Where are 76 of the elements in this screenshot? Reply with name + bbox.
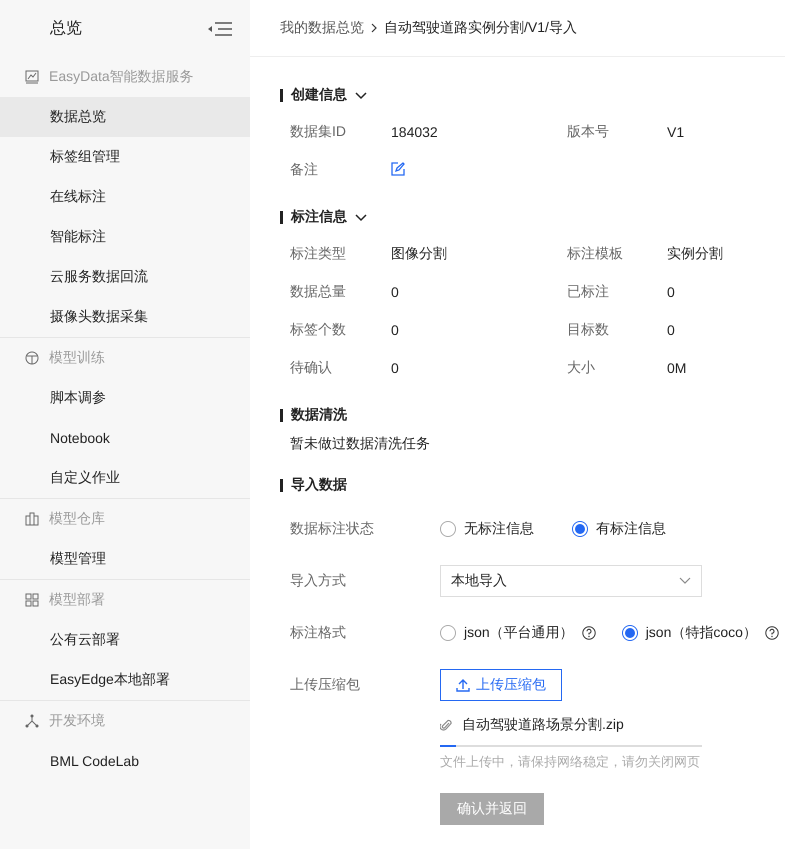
field-label: 版本号 xyxy=(567,123,610,141)
upload-hint: 文件上传中，请保持网络稳定，请勿关闭网页 xyxy=(440,753,701,771)
field-value: 0 xyxy=(391,360,400,376)
group-icon xyxy=(24,350,40,366)
file-name: 自动驾驶道路场景分割.zip xyxy=(462,716,624,734)
group-icon xyxy=(24,69,40,85)
radio-button[interactable] xyxy=(440,625,456,641)
collapse-icon[interactable] xyxy=(208,20,232,36)
field-label: 标注类型 xyxy=(290,245,347,263)
import-method-select[interactable]: 本地导入 xyxy=(440,565,702,597)
radio-label[interactable]: json（平台通用） xyxy=(464,624,574,642)
section-title: 数据清洗 xyxy=(291,406,347,424)
field-value: 0 xyxy=(391,284,400,300)
sidebar-title: 总览 xyxy=(50,19,82,39)
field-label: 备注 xyxy=(290,161,319,179)
section-title: 标注信息 xyxy=(291,208,347,226)
field-label: 待确认 xyxy=(290,359,333,377)
group-label: 模型仓库 xyxy=(49,510,105,528)
section-title: 创建信息 xyxy=(291,86,347,104)
field-value: 0M xyxy=(667,360,688,376)
radio-button[interactable] xyxy=(572,521,588,537)
field-label: 导入方式 xyxy=(290,572,347,590)
field-label: 标注模板 xyxy=(567,245,624,263)
field-value: 0 xyxy=(667,322,676,338)
group-label: 模型训练 xyxy=(49,349,105,367)
breadcrumb-current: 自动驾驶道路实例分割/V1/导入 xyxy=(384,19,577,37)
radio-button[interactable] xyxy=(622,625,638,641)
upload-button[interactable]: 上传压缩包 xyxy=(440,669,562,701)
sidebar-item[interactable]: 脚本调参 xyxy=(0,378,250,418)
field-label: 上传压缩包 xyxy=(290,676,361,694)
paperclip-icon xyxy=(440,718,452,732)
help-icon[interactable] xyxy=(582,626,596,640)
radio-label[interactable]: json（特指coco） xyxy=(646,624,757,642)
separator-icon xyxy=(370,23,378,33)
sidebar-item[interactable]: Notebook xyxy=(0,418,250,458)
sidebar-item[interactable]: 公有云部署 xyxy=(0,620,250,660)
sidebar-item[interactable]: 智能标注 xyxy=(0,217,250,257)
group-icon xyxy=(24,511,40,527)
field-label: 数据集ID xyxy=(290,123,347,141)
sidebar-item[interactable]: 数据总览 xyxy=(0,97,250,137)
sidebar-item[interactable]: 摄像头数据采集 xyxy=(0,297,250,337)
sidebar-item[interactable]: 模型管理 xyxy=(0,539,250,579)
group-icon xyxy=(24,713,40,729)
field-label: 标签个数 xyxy=(290,321,347,339)
field-value: V1 xyxy=(667,124,686,140)
field-label: 数据总量 xyxy=(290,283,347,301)
group-label: 开发环境 xyxy=(49,712,105,730)
field-value: 184032 xyxy=(391,124,439,140)
sidebar-item[interactable]: 云服务数据回流 xyxy=(0,257,250,297)
group-label: EasyData智能数据服务 xyxy=(49,68,194,86)
field-value: 图像分割 xyxy=(391,245,448,263)
edit-icon[interactable] xyxy=(391,162,405,176)
sidebar-item[interactable]: EasyEdge本地部署 xyxy=(0,660,250,700)
field-label: 标注格式 xyxy=(290,624,347,642)
field-value: 0 xyxy=(391,322,400,338)
help-icon[interactable] xyxy=(764,626,779,640)
radio-label[interactable]: 无标注信息 xyxy=(464,520,534,538)
field-label: 已标注 xyxy=(567,283,610,301)
field-label: 数据标注状态 xyxy=(290,520,375,538)
radio-label[interactable]: 有标注信息 xyxy=(596,520,666,538)
sidebar-item[interactable]: 标签组管理 xyxy=(0,137,250,177)
field-label: 大小 xyxy=(567,359,596,377)
group-label: 模型部署 xyxy=(49,591,105,609)
sidebar-item[interactable]: 自定义作业 xyxy=(0,458,250,498)
breadcrumb-link[interactable]: 我的数据总览 xyxy=(280,19,364,37)
section-title: 导入数据 xyxy=(291,476,347,494)
field-value: 0 xyxy=(667,284,676,300)
chevron-icon xyxy=(679,577,691,585)
field-value: 实例分割 xyxy=(667,245,724,263)
upload-icon xyxy=(456,678,470,692)
field-label: 目标数 xyxy=(567,321,610,339)
radio-button[interactable] xyxy=(440,521,456,537)
sidebar-item[interactable]: BML CodeLab xyxy=(0,741,250,781)
sidebar-item[interactable]: 在线标注 xyxy=(0,177,250,217)
cleaning-message: 暂未做过数据清洗任务 xyxy=(289,434,431,453)
group-icon xyxy=(24,592,40,608)
